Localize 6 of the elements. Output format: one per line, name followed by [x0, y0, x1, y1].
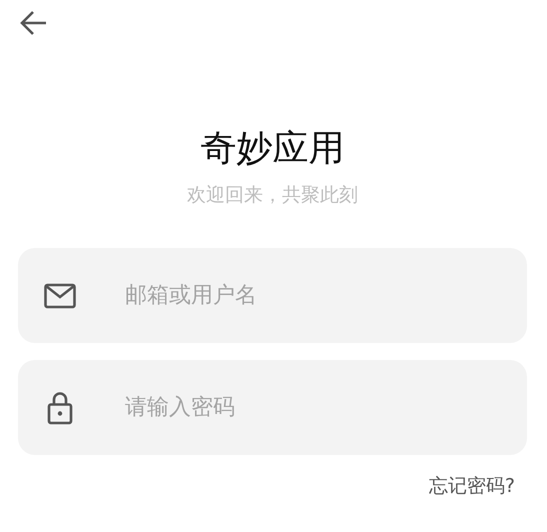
app-title: 奇妙应用 [200, 127, 346, 171]
back-icon[interactable] [20, 10, 48, 36]
welcome-subtitle: 欢迎回来，共聚此刻 [186, 183, 359, 208]
input-field[interactable]: 邮箱或用户名 [18, 248, 527, 343]
input-field[interactable]: 请输入密码 [18, 360, 527, 455]
forgot-password-link[interactable]: 忘记密码? [428, 473, 515, 499]
